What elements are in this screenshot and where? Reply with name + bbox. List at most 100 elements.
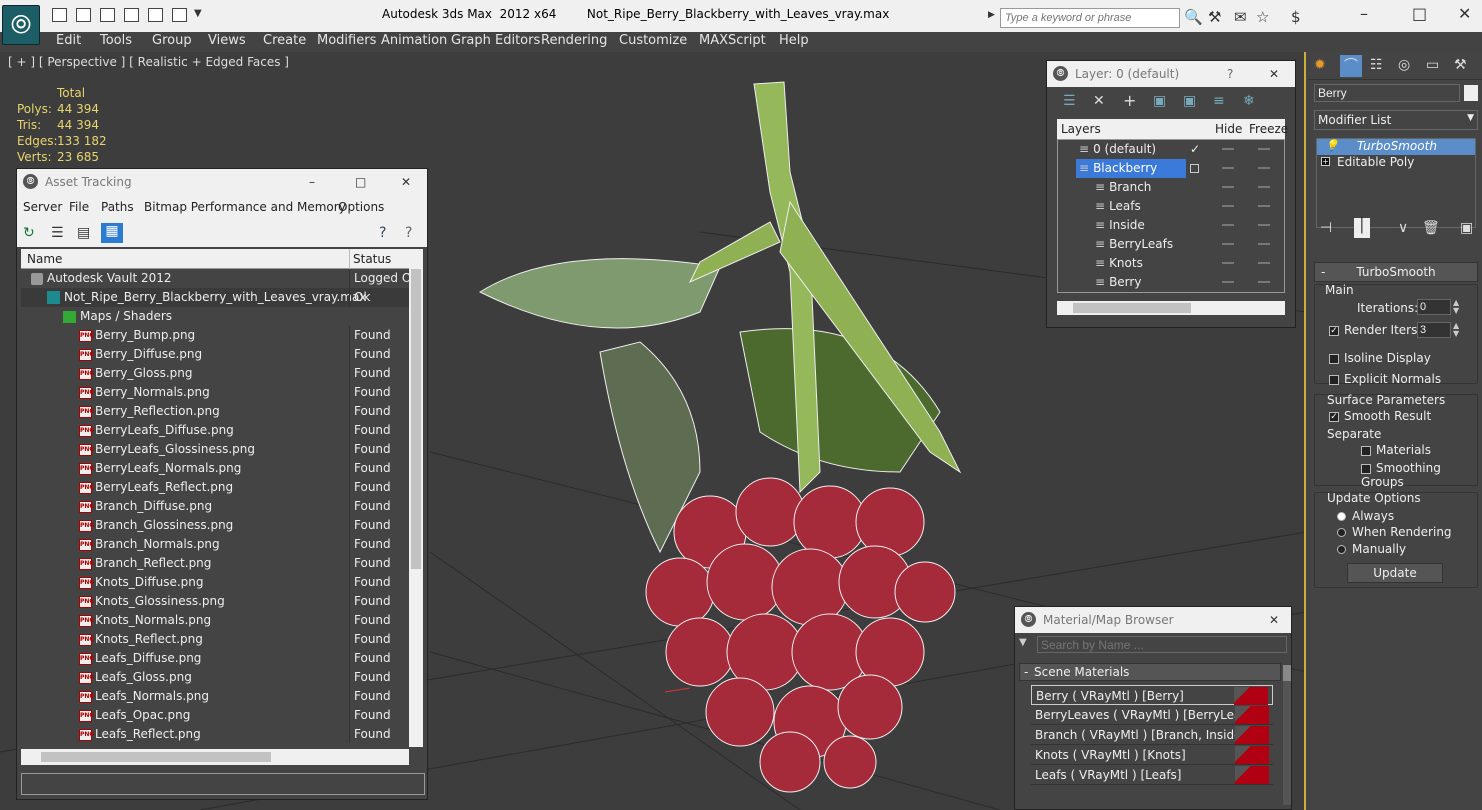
whats-this-icon[interactable]: ? [405, 225, 412, 241]
subscription-icon[interactable]: ⚒ [1208, 8, 1221, 26]
smooth-result-checkbox[interactable]: ✓ Smooth Result [1329, 409, 1431, 423]
layer-row[interactable]: ≡ 0 (default) ✓ [1058, 140, 1284, 159]
close-button[interactable]: ✕ [1458, 4, 1471, 23]
utilities-tab-icon[interactable]: ⚒ [1454, 57, 1467, 73]
expand-search-icon[interactable]: ▶ [988, 10, 995, 20]
layer-row[interactable]: ≡ Blackberry [1058, 159, 1284, 178]
menu-edit[interactable]: Edit [56, 33, 81, 48]
show-end-result-icon[interactable]: │ [1354, 218, 1370, 238]
asset-row[interactable]: PNGBerryLeafs_Reflect.png Found [21, 478, 411, 497]
asset-vertical-scrollbar[interactable] [409, 249, 423, 747]
asset-row[interactable]: PNGKnots_Diffuse.png Found [21, 573, 411, 592]
when-rendering-radio[interactable]: When Rendering [1337, 525, 1452, 539]
minimize-button[interactable]: – [1360, 4, 1368, 23]
make-current-box-icon[interactable] [1190, 164, 1199, 173]
asset-row[interactable]: PNGBerryLeafs_Normals.png Found [21, 459, 411, 478]
menu-modifiers[interactable]: Modifiers [317, 33, 376, 48]
freeze-toggle[interactable] [1258, 186, 1270, 188]
menu-group[interactable]: Group [152, 33, 192, 48]
material-browser-titlebar[interactable]: ⦾ Material/Map Browser ✕ [1015, 607, 1291, 633]
delete-layer-icon[interactable]: ✕ [1093, 93, 1105, 109]
hide-toggle[interactable] [1222, 148, 1234, 150]
material-scrollbar[interactable] [1283, 665, 1291, 805]
hide-toggle[interactable] [1222, 243, 1234, 245]
column-header-freeze[interactable]: Freeze [1249, 122, 1288, 136]
close-button[interactable]: ✕ [1269, 61, 1279, 87]
scrollbar-thumb[interactable] [411, 269, 421, 569]
asset-row[interactable]: PNGBranch_Reflect.png Found [21, 554, 411, 573]
iterations-spinner[interactable]: ▲ ▼ [1453, 299, 1459, 315]
asset-row[interactable]: PNGBerry_Diffuse.png Found [21, 345, 411, 364]
material-item[interactable]: BerryLeaves ( VRayMtl ) [BerryLeafs] [1031, 705, 1273, 725]
layer-row[interactable]: ≡ Branch [1058, 178, 1284, 197]
asset-menu-paths[interactable]: Paths [101, 200, 134, 214]
refresh-icon[interactable]: ↻ [23, 225, 35, 241]
smoothing-groups-checkbox[interactable]: Smoothing Groups [1361, 461, 1477, 489]
freeze-toggle[interactable] [1258, 148, 1270, 150]
radio[interactable] [1337, 545, 1346, 554]
checkbox[interactable] [1329, 374, 1339, 385]
open-file-icon[interactable] [76, 8, 91, 22]
column-header-status[interactable]: Status [353, 252, 391, 266]
communication-icon[interactable]: ✉ [1234, 8, 1247, 26]
layer-row[interactable]: ≡ BerryLeafs [1058, 235, 1284, 254]
scrollbar-thumb[interactable] [41, 752, 271, 762]
make-unique-icon[interactable]: ∨ [1398, 220, 1408, 236]
redo-icon[interactable] [148, 8, 163, 22]
add-to-layer-icon[interactable]: + [1123, 91, 1136, 110]
asset-row[interactable]: PNGKnots_Glossiness.png Found [21, 592, 411, 611]
object-color-swatch[interactable] [1464, 85, 1478, 101]
freeze-toggle[interactable] [1258, 224, 1270, 226]
column-header-name[interactable]: Name [27, 252, 62, 266]
lightbulb-icon[interactable]: 💡 [1325, 139, 1339, 152]
checkbox[interactable]: ✓ [1329, 325, 1339, 336]
project-folder-icon[interactable] [172, 8, 187, 22]
asset-path-field[interactable] [21, 773, 425, 795]
menu-help[interactable]: Help [779, 33, 809, 48]
turbosmooth-rollout-header[interactable]: - TurboSmooth [1314, 262, 1478, 282]
undo-icon[interactable] [124, 8, 139, 22]
motion-tab-icon[interactable]: ◎ [1398, 57, 1410, 73]
material-item[interactable]: Leafs ( VRayMtl ) [Leafs] [1031, 765, 1273, 785]
asset-row[interactable]: PNGBerry_Gloss.png Found [21, 364, 411, 383]
asset-menu-bitmap[interactable]: Bitmap Performance and Memory [144, 200, 346, 214]
menu-create[interactable]: Create [263, 33, 306, 48]
layer-manager-titlebar[interactable]: ⦾ Layer: 0 (default) ? ✕ [1047, 61, 1295, 87]
asset-menu-options[interactable]: Options [338, 200, 384, 214]
asset-horizontal-scrollbar[interactable] [21, 749, 409, 765]
freeze-toggle[interactable] [1258, 262, 1270, 264]
help-button[interactable]: ? [1227, 61, 1233, 87]
hide-toggle[interactable] [1222, 281, 1234, 283]
material-item[interactable]: Berry ( VRayMtl ) [Berry] [1031, 685, 1273, 705]
object-name-field[interactable] [1314, 84, 1460, 102]
hierarchy-tab-icon[interactable]: ☷ [1370, 57, 1383, 73]
update-button[interactable]: Update [1347, 563, 1443, 583]
hide-all-icon[interactable]: ≡ [1213, 93, 1225, 109]
materials-checkbox[interactable]: Materials [1361, 443, 1431, 457]
material-search-input[interactable] [1037, 636, 1287, 653]
tree-view-icon[interactable]: ▤ [77, 225, 90, 241]
asset-row[interactable]: PNGLeafs_Diffuse.png Found [21, 649, 411, 668]
minimize-button[interactable]: – [309, 169, 315, 195]
select-objects-icon[interactable]: ▣ [1153, 93, 1166, 109]
modifier-list-dropdown[interactable]: Modifier List ▼ [1314, 110, 1478, 130]
asset-row[interactable]: PNGBerry_Bump.png Found [21, 326, 411, 345]
asset-row[interactable]: PNGKnots_Normals.png Found [21, 611, 411, 630]
favorites-star-icon[interactable]: ☆ [1256, 8, 1269, 26]
render-iters-input[interactable] [1417, 322, 1451, 338]
asset-row[interactable]: Not_Ripe_Berry_Blackberry_with_Leaves_vr… [21, 288, 411, 307]
render-iters-checkbox[interactable]: ✓ Render Iters: [1329, 323, 1421, 337]
menu-tools[interactable]: Tools [100, 33, 132, 48]
freeze-all-icon[interactable]: ❄ [1243, 93, 1255, 109]
hide-toggle[interactable] [1222, 167, 1234, 169]
asset-row[interactable]: PNGBranch_Normals.png Found [21, 535, 411, 554]
menu-animation[interactable]: Animation [381, 33, 447, 48]
hide-toggle[interactable] [1222, 205, 1234, 207]
checkbox[interactable] [1361, 445, 1371, 456]
material-item[interactable]: Branch ( VRayMtl ) [Branch, Inside] [1031, 725, 1273, 745]
configure-sets-icon[interactable]: ▣ [1460, 220, 1473, 236]
freeze-toggle[interactable] [1258, 243, 1270, 245]
material-item[interactable]: Knots ( VRayMtl ) [Knots] [1031, 745, 1273, 765]
hide-toggle[interactable] [1222, 262, 1234, 264]
modify-tab-icon[interactable]: ⌒ [1340, 55, 1362, 77]
